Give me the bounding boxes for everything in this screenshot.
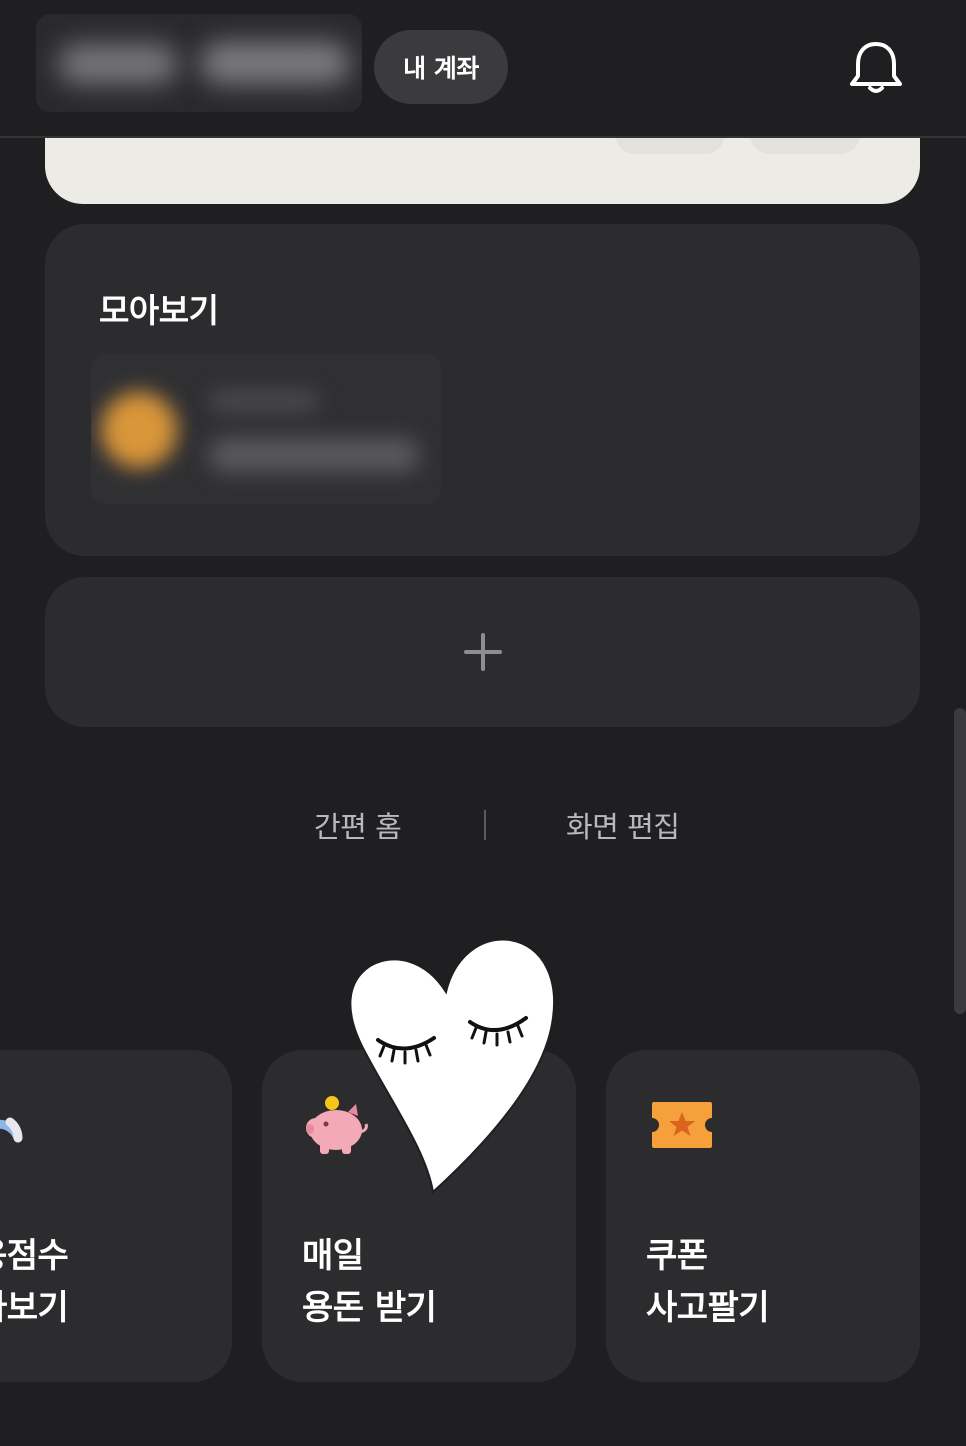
app-screen: 내 계좌 모아보기 간편 홈 화면 편집 점수 보기 매일 용돈 받기 쿠폰 사… [0, 0, 966, 1446]
scrollbar-thumb[interactable] [954, 708, 966, 1014]
ticket-star-icon [650, 1100, 714, 1154]
coupon-trade-label: 쿠폰 사고팔기 [646, 1236, 770, 1328]
blur-block [58, 44, 178, 84]
home-options: 간편 홈 화면 편집 [0, 800, 966, 850]
plus-icon [463, 633, 502, 671]
daily-allowance-label: 매일 용돈 받기 [302, 1236, 437, 1328]
add-widget-card[interactable] [45, 577, 920, 727]
link-divider [484, 810, 486, 840]
gauge-icon [0, 1094, 26, 1152]
heart-sticker [330, 930, 570, 1210]
blur-block [209, 390, 319, 412]
credit-score-label: 용점수 아보기 [0, 1236, 69, 1328]
blurred-user-name [36, 14, 362, 112]
collection-title: 모아보기 [99, 291, 219, 330]
my-account-button[interactable]: 내 계좌 [374, 30, 508, 104]
top-header: 내 계좌 [0, 0, 966, 138]
blur-block [209, 438, 419, 472]
blur-block [200, 42, 350, 84]
simple-home-link[interactable]: 간편 홈 [314, 804, 402, 846]
collection-card[interactable]: 모아보기 [45, 224, 920, 556]
coupon-trade-tile[interactable]: 쿠폰 사고팔기 [606, 1050, 920, 1382]
blurred-collection-item[interactable] [91, 354, 441, 504]
credit-score-tile[interactable]: 용점수 아보기 [0, 1050, 232, 1382]
edit-screen-link[interactable]: 화면 편집 [566, 804, 680, 846]
bell-icon[interactable] [846, 36, 906, 100]
coin-icon [101, 392, 177, 468]
